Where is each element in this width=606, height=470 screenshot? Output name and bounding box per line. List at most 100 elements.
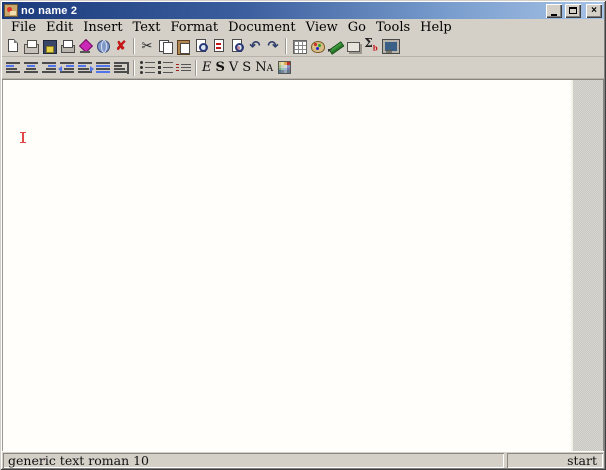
insert-table-button[interactable] (290, 37, 308, 55)
new-document-icon (5, 38, 21, 54)
close-document-button[interactable]: ✘ (112, 37, 130, 55)
document-canvas[interactable] (2, 80, 571, 451)
spell-check-icon (229, 38, 245, 54)
export-button[interactable] (76, 37, 94, 55)
strong-button[interactable]: S (214, 59, 227, 77)
cut-icon: ✂ (141, 37, 153, 53)
no-indentation-icon (113, 60, 129, 76)
toolbar-separator (133, 59, 135, 76)
itemize-button[interactable] (138, 59, 156, 77)
indent-right-icon (77, 60, 94, 76)
justify-icon (95, 60, 111, 76)
itemize-icon (139, 60, 155, 76)
status-position: start (507, 453, 603, 468)
menu-go[interactable]: Go (343, 20, 371, 35)
maximize-button[interactable] (565, 3, 581, 18)
emphasize-button[interactable]: E (200, 59, 214, 77)
align-right-button[interactable] (40, 59, 58, 77)
menu-tools[interactable]: Tools (371, 20, 415, 35)
replace-icon (211, 38, 227, 54)
find-button[interactable] (192, 37, 210, 55)
minimize-button[interactable] (546, 3, 562, 18)
table-icon (291, 38, 307, 54)
paste-button[interactable] (174, 37, 192, 55)
new-document-button[interactable] (4, 37, 22, 55)
insert-switch-button[interactable] (344, 37, 362, 55)
justify-button[interactable] (94, 59, 112, 77)
undo-button[interactable]: ↶ (246, 37, 264, 55)
enumerate-button[interactable] (156, 59, 174, 77)
menu-help[interactable]: Help (415, 20, 457, 35)
text-caret (20, 132, 27, 143)
menu-document[interactable]: Document (223, 20, 301, 35)
undo-icon: ↶ (249, 37, 261, 53)
menu-text[interactable]: Text (128, 20, 166, 35)
sample-button[interactable]: S (240, 59, 253, 77)
monitor-icon (381, 38, 400, 54)
open-document-icon (23, 38, 39, 54)
print-button[interactable] (58, 37, 76, 55)
switch-icon (345, 38, 361, 54)
indent-left-button[interactable] (58, 59, 76, 77)
close-button[interactable]: × (586, 3, 602, 18)
find-icon (193, 38, 209, 54)
redo-icon: ↷ (267, 37, 279, 53)
paste-icon (175, 38, 191, 55)
description-icon (175, 60, 191, 76)
align-center-icon (23, 60, 39, 76)
close-document-icon: ✘ (115, 37, 127, 53)
align-left-button[interactable] (4, 59, 22, 77)
enumerate-icon (157, 60, 173, 76)
copy-button[interactable] (156, 37, 174, 55)
menu-edit[interactable]: Edit (41, 20, 78, 35)
insert-math-button[interactable]: Σb (362, 35, 380, 55)
replace-button[interactable] (210, 37, 228, 55)
close-icon: × (591, 4, 597, 16)
insert-image-button[interactable] (308, 37, 326, 55)
copy-icon (157, 38, 173, 54)
math-sigma-icon: Σb (364, 35, 378, 53)
maximize-icon (569, 7, 577, 14)
document-area (2, 79, 604, 451)
no-indentation-button[interactable] (112, 59, 130, 77)
redo-button[interactable]: ↷ (264, 37, 282, 55)
text-color-button[interactable] (275, 59, 293, 77)
insert-session-button[interactable] (380, 37, 400, 55)
save-icon (41, 38, 57, 54)
minimize-icon (551, 13, 557, 16)
app-window: no name 2 × File Edit Insert Text Format… (0, 0, 606, 470)
vertical-scrollbar[interactable] (571, 80, 604, 451)
align-right-icon (41, 60, 57, 76)
window-title: no name 2 (21, 4, 78, 17)
indent-left-icon (58, 60, 75, 76)
menu-insert[interactable]: Insert (78, 20, 127, 35)
titlebar[interactable]: no name 2 × (2, 2, 604, 19)
menu-format[interactable]: Format (165, 20, 223, 35)
open-document-button[interactable] (22, 37, 40, 55)
verbatim-button[interactable]: V (227, 59, 240, 77)
web-browse-button[interactable] (94, 37, 112, 55)
toolbar-separator (285, 37, 287, 54)
save-button[interactable] (40, 37, 58, 55)
format-toolbar: E S V S Na (2, 57, 604, 79)
app-icon[interactable] (4, 4, 18, 17)
spell-check-button[interactable] (228, 37, 246, 55)
main-toolbar: ✘ ✂ ↶ ↷ Σb (2, 35, 604, 57)
insert-link-button[interactable] (326, 37, 344, 55)
globe-icon (95, 38, 111, 54)
status-style-info: generic text roman 10 (3, 453, 504, 468)
menu-file[interactable]: File (6, 20, 41, 35)
description-button[interactable] (174, 59, 192, 77)
name-button[interactable]: Na (253, 59, 275, 77)
pen-link-icon (327, 38, 343, 54)
cut-button[interactable]: ✂ (138, 37, 156, 55)
menu-view[interactable]: View (301, 20, 343, 35)
statusbar: generic text roman 10 start (2, 451, 604, 468)
indent-right-button[interactable] (76, 59, 94, 77)
toolbar-separator (133, 37, 135, 54)
image-palette-icon (309, 38, 325, 54)
print-icon (59, 38, 75, 54)
toolbar-separator (195, 59, 197, 76)
align-center-button[interactable] (22, 59, 40, 77)
align-left-icon (5, 60, 21, 76)
